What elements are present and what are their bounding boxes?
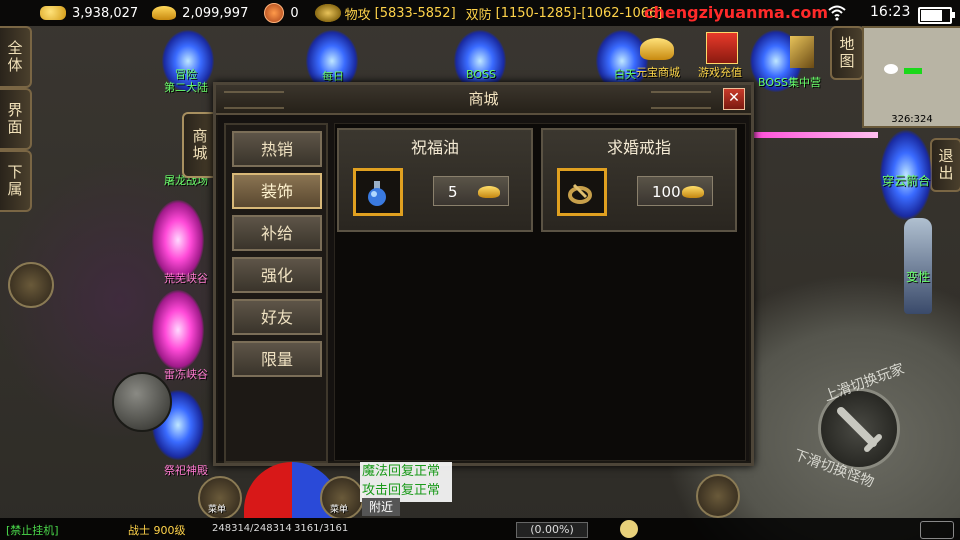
ingot-icon [478,186,500,198]
title-ornament-right [651,91,711,109]
ingot-icon [152,6,177,20]
gold-coins-icon [40,6,66,20]
npc-figure[interactable] [904,218,932,314]
nearby-chat-tab[interactable]: 附近 [362,498,400,516]
npc-marker-icon [904,68,922,74]
item-card-blessing-oil: 祝福油 5 [337,128,533,232]
item-price: 5 [448,183,458,201]
shop-ingot-icon[interactable] [640,38,674,60]
chat-box[interactable]: 魔法回复正常 攻击回复正常 [360,462,452,502]
title-ornament-left [224,91,284,109]
exp-percent: (0.00%) [516,522,588,538]
menu-left-label: 菜单 [208,505,227,515]
portal-frost-canyon[interactable] [152,290,204,370]
potion-icon[interactable] [353,168,403,216]
menu-right-label: 菜单 [330,505,349,515]
interface-button[interactable]: 界面 [0,88,32,150]
wifi-icon [828,5,846,21]
helmet-icon[interactable] [8,262,54,308]
phys-attack-value: [5833-5852] [374,5,456,21]
class-level: 战士 900级 [128,524,186,537]
category-limited[interactable]: 限量 [232,341,322,377]
badge-count: 0 [290,5,299,21]
buy-wedding-ring-button[interactable]: 100 [637,176,713,206]
category-panel: 热销 装饰 补给 强化 好友 限量 [224,123,328,463]
npc-gender-label: 变性 [906,270,931,284]
no-afk-toggle[interactable]: [禁止挂机] [6,522,59,538]
ingot-icon [682,186,704,198]
portal-adventure-label: 冒险 第二大陆 [164,68,208,94]
item-card-wedding-ring: 求婚戒指 100 [541,128,737,232]
hp-mp-value: 248314/248314 [212,523,292,534]
category-supply[interactable]: 补给 [232,215,322,251]
category-decoration[interactable]: 装饰 [232,173,322,209]
item-name: 祝福油 [410,138,459,157]
dragon-icon [314,4,341,22]
all-button[interactable]: 全体 [0,26,32,88]
clock: 16:23 [870,4,911,20]
bottom-status-bar: [禁止挂机] 战士 900级 248314/248314 3161/3161 (… [0,518,960,540]
minimap[interactable]: 326:324 [862,26,960,128]
portal-frost-label: 雷冻峡谷 [164,368,208,381]
category-hot[interactable]: 热销 [232,131,322,167]
exp-value: 3161/3161 [294,523,349,534]
minimap-coords: 326:324 [891,114,933,125]
shop-label[interactable]: 元宝商城 [636,64,680,80]
dialog-title: 商城 [468,90,499,108]
arrow-icon[interactable] [790,36,814,68]
subordinates-button[interactable]: 下属 [0,150,32,212]
exit-button[interactable]: 退出 [930,138,960,192]
keyboard-icon[interactable] [920,521,954,539]
npc-cloud-arrow-label: 穿云箭合 [882,174,931,188]
chat-line: 魔法回复正常 [362,464,441,479]
ingot-amount: 2,099,997 [182,5,249,21]
map-button[interactable]: 地图 [830,26,864,80]
boss-camp-label: BOSS集中营 [758,76,821,89]
portal-barren-label: 荒芜峡谷 [164,272,208,285]
player-marker-icon [884,64,898,74]
magic-beam [748,132,878,138]
item-price: 100 [652,183,681,201]
portal-boss-label: BOSS [466,68,496,81]
combat-button[interactable] [696,474,740,518]
ring-icon[interactable] [557,168,607,216]
category-enhance[interactable]: 强化 [232,257,322,293]
item-grid: 祝福油 5 求婚戒指 100 [334,123,746,461]
watermark: chengziyuanma.com [644,3,829,22]
portal-daytime-label: 白天 [614,68,636,81]
item-name: 求婚戒指 [606,138,671,157]
recharge-label[interactable]: 游戏充值 [698,64,742,80]
buy-blessing-oil-button[interactable]: 5 [433,176,509,206]
close-button[interactable]: ✕ [723,88,745,110]
phys-attack-label: 物攻 [344,7,371,23]
badge-icon [264,3,285,23]
dual-def-value: [1150-1285]-[1062-1066] [495,5,663,21]
gold-amount: 3,938,027 [72,5,139,21]
shop-side-tab[interactable]: 商城 [182,112,216,178]
category-friend[interactable]: 好友 [232,299,322,335]
shop-dialog: 商城 ✕ 热销 装饰 补给 强化 好友 限量 祝福油 5 求婚戒指 100 [213,82,754,466]
battery-icon [918,7,955,24]
emoji-icon[interactable] [620,520,638,538]
dual-def-label: 双防 [465,7,492,23]
movement-joystick[interactable] [112,372,172,432]
recharge-icon[interactable] [706,32,738,64]
portal-barren-canyon[interactable] [152,200,204,280]
portal-temple-label: 祭祀神殿 [164,464,208,477]
